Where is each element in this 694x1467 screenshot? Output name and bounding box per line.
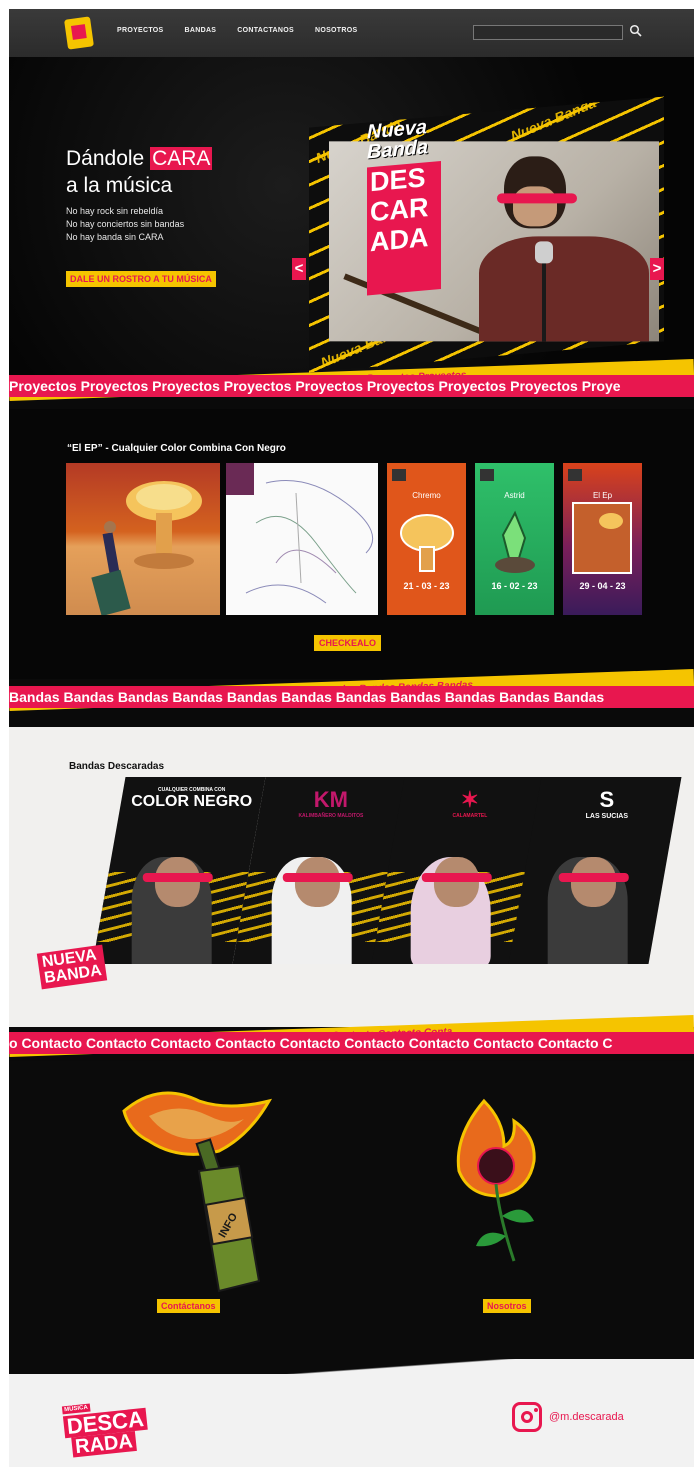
band-member-face xyxy=(294,857,340,907)
band-member-body xyxy=(479,236,649,342)
band-logo: ✶ CALAMARTEL xyxy=(400,787,540,819)
proyectos-title: “El EP” - Cualquier Color Combina Con Ne… xyxy=(67,443,286,454)
band-member-face xyxy=(513,186,557,227)
band-logo-text: COLOR NEGRO xyxy=(131,793,253,810)
project-card[interactable]: Astrid 16 - 02 - 23 xyxy=(475,463,554,615)
top-nav: PROYECTOS BANDAS CONTACTANOS NOSOTROS xyxy=(9,9,694,57)
red-blindfold xyxy=(421,873,492,882)
hero-cta-button[interactable]: DALE UN ROSTRO A TU MÚSICA xyxy=(66,271,216,287)
contacto-section: INFO Contáctanos Nosotros xyxy=(9,1061,694,1361)
slide-heading: Nueva Banda xyxy=(367,116,429,164)
slide-heading-line: Banda xyxy=(367,136,429,164)
contactanos-button[interactable]: Contáctanos xyxy=(157,1299,220,1313)
ticker-proyectos: Proyectos Proyectos Proyectos Proyectos … xyxy=(9,375,694,397)
sketch-art xyxy=(226,463,374,604)
poster-art xyxy=(568,469,632,574)
page: PROYECTOS BANDAS CONTACTANOS NOSOTROS Dá… xyxy=(9,9,694,1467)
nav-link-bandas[interactable]: BANDAS xyxy=(185,27,217,34)
hero-section: Dándole CARA a la música No hay rock sin… xyxy=(9,57,694,377)
mushroom-cloud-art xyxy=(91,481,202,615)
instagram-handle[interactable]: @m.descarada xyxy=(549,1411,624,1423)
red-blindfold xyxy=(142,873,213,882)
band-member-face xyxy=(154,857,200,907)
hero-tagline: No hay banda sin CARA xyxy=(66,232,164,242)
poster-date: 21 - 03 - 23 xyxy=(403,581,450,591)
band-logo-small: KALIMBAÑERO MALDITOS xyxy=(298,813,364,819)
hero-title-line2: a la música xyxy=(66,174,173,197)
band-logo-icon: S xyxy=(599,787,615,812)
nav-links: PROYECTOS BANDAS CONTACTANOS NOSOTROS xyxy=(117,27,357,34)
nav-link-proyectos[interactable]: PROYECTOS xyxy=(117,27,164,34)
hero-title-prefix: Dándole xyxy=(66,147,151,170)
molotov-bottle-icon[interactable]: INFO xyxy=(119,1081,279,1296)
footer-logo[interactable]: MÚSICA DESCA RADA xyxy=(61,1390,150,1459)
nav-link-contactanos[interactable]: CONTACTANOS xyxy=(237,27,294,34)
band-logo-small: LAS SUCIAS xyxy=(585,813,629,820)
mic-stand xyxy=(542,251,546,342)
badge-line: ADA xyxy=(370,222,429,258)
poster-art xyxy=(392,469,454,572)
checkealo-button[interactable]: CHECKEALO xyxy=(314,635,382,651)
bandas-section: Bandas Descaradas CUALQUIER COMBINA CON … xyxy=(9,727,694,1027)
project-card[interactable]: Chremo 21 - 03 - 23 xyxy=(387,463,466,615)
nav-link-nosotros[interactable]: NOSOTROS xyxy=(315,27,357,34)
slider-prev-button[interactable]: < xyxy=(292,258,306,280)
project-card[interactable]: El Ep 29 - 04 - 23 xyxy=(563,463,642,615)
band-member-face xyxy=(433,857,479,907)
rose-flame-icon[interactable] xyxy=(444,1096,554,1266)
band-logo: CUALQUIER COMBINA CON COLOR NEGRO xyxy=(122,787,262,810)
bandas-title: Bandas Descaradas xyxy=(69,761,165,772)
hero-title: Dándole CARA a la música xyxy=(66,145,213,199)
search-icon[interactable] xyxy=(629,24,643,38)
microphone-icon xyxy=(535,241,553,264)
hero-slider: Nueva Banda Nueva Banda Nueva Banda Nuev… xyxy=(309,96,664,373)
instagram-icon[interactable] xyxy=(512,1402,542,1432)
project-card[interactable] xyxy=(66,463,220,615)
nueva-banda-tag: NUEVA BANDA xyxy=(36,944,107,990)
hero-tagline: No hay rock sin rebeldía xyxy=(66,206,164,216)
hero-title-highlight: CARA xyxy=(150,147,213,170)
band-logo: S LAS SUCIAS xyxy=(537,787,677,820)
red-blindfold xyxy=(497,193,577,204)
ticker-bandas: Bandas Bandas Bandas Bandas Bandas Banda… xyxy=(9,686,694,708)
ticker-contacto: o Contacto Contacto Contacto Contacto Co… xyxy=(9,1032,694,1054)
footer-logo-bottom: RADA xyxy=(71,1430,137,1458)
band-logo: KM KALIMBAÑERO MALDITOS xyxy=(261,787,401,819)
band-logo-small: CALAMARTEL xyxy=(452,813,488,819)
band-member-face xyxy=(570,857,616,907)
slider-next-button[interactable]: > xyxy=(650,258,664,280)
project-card[interactable] xyxy=(226,463,378,615)
poster-date: 29 - 04 - 23 xyxy=(579,581,626,591)
site-logo[interactable] xyxy=(64,16,94,50)
poster-art xyxy=(480,469,535,573)
red-blindfold xyxy=(558,873,629,882)
poster-title: Astrid xyxy=(504,491,525,500)
search-input[interactable] xyxy=(473,25,623,40)
nosotros-button[interactable]: Nosotros xyxy=(483,1299,531,1313)
descarada-badge: DES CAR ADA xyxy=(367,160,441,296)
squid-icon: ✶ xyxy=(460,787,480,812)
poster-title: El Ep xyxy=(592,491,613,500)
band-logo-text: KM xyxy=(313,787,349,812)
red-blindfold xyxy=(282,873,353,882)
hero-tagline: No hay conciertos sin bandas xyxy=(66,219,185,229)
poster-date: 16 - 02 - 23 xyxy=(491,581,538,591)
hero-taglines: No hay rock sin rebeldía No hay conciert… xyxy=(66,205,184,244)
proyectos-section: “El EP” - Cualquier Color Combina Con Ne… xyxy=(9,409,694,679)
poster-title: Chremo xyxy=(412,491,441,500)
